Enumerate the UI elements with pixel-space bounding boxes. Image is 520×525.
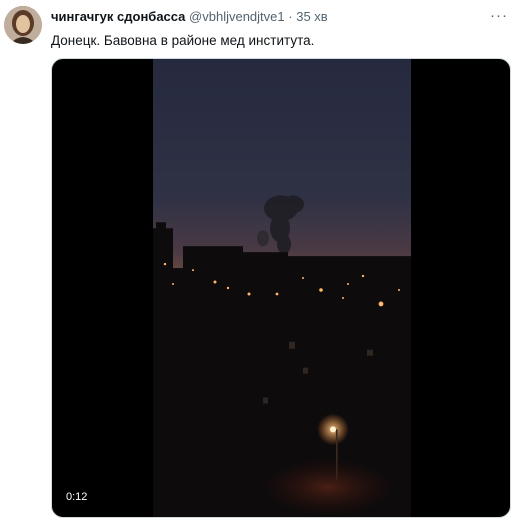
author-handle[interactable]: @vbhljvendjtve1 bbox=[189, 9, 285, 24]
tweet-time[interactable]: 35 хв bbox=[296, 9, 327, 24]
avatar[interactable] bbox=[4, 6, 42, 44]
avatar-image bbox=[4, 6, 42, 44]
video-frame bbox=[153, 59, 411, 517]
separator-dot: · bbox=[288, 9, 293, 24]
tweet-text: Донецк. Бавовна в районе мед института. bbox=[51, 33, 315, 48]
video-duration: 0:12 bbox=[62, 489, 92, 505]
video-player[interactable]: 0:12 bbox=[51, 58, 511, 518]
more-horizontal-icon[interactable]: ··· bbox=[490, 8, 508, 27]
tweet: чингачгук сдонбасса @vbhljvendjtve1 · 35… bbox=[0, 0, 520, 525]
tweet-header: чингачгук сдонбасса @vbhljvendjtve1 · 35… bbox=[51, 9, 490, 25]
author-name[interactable]: чингачгук сдонбасса bbox=[51, 9, 185, 24]
